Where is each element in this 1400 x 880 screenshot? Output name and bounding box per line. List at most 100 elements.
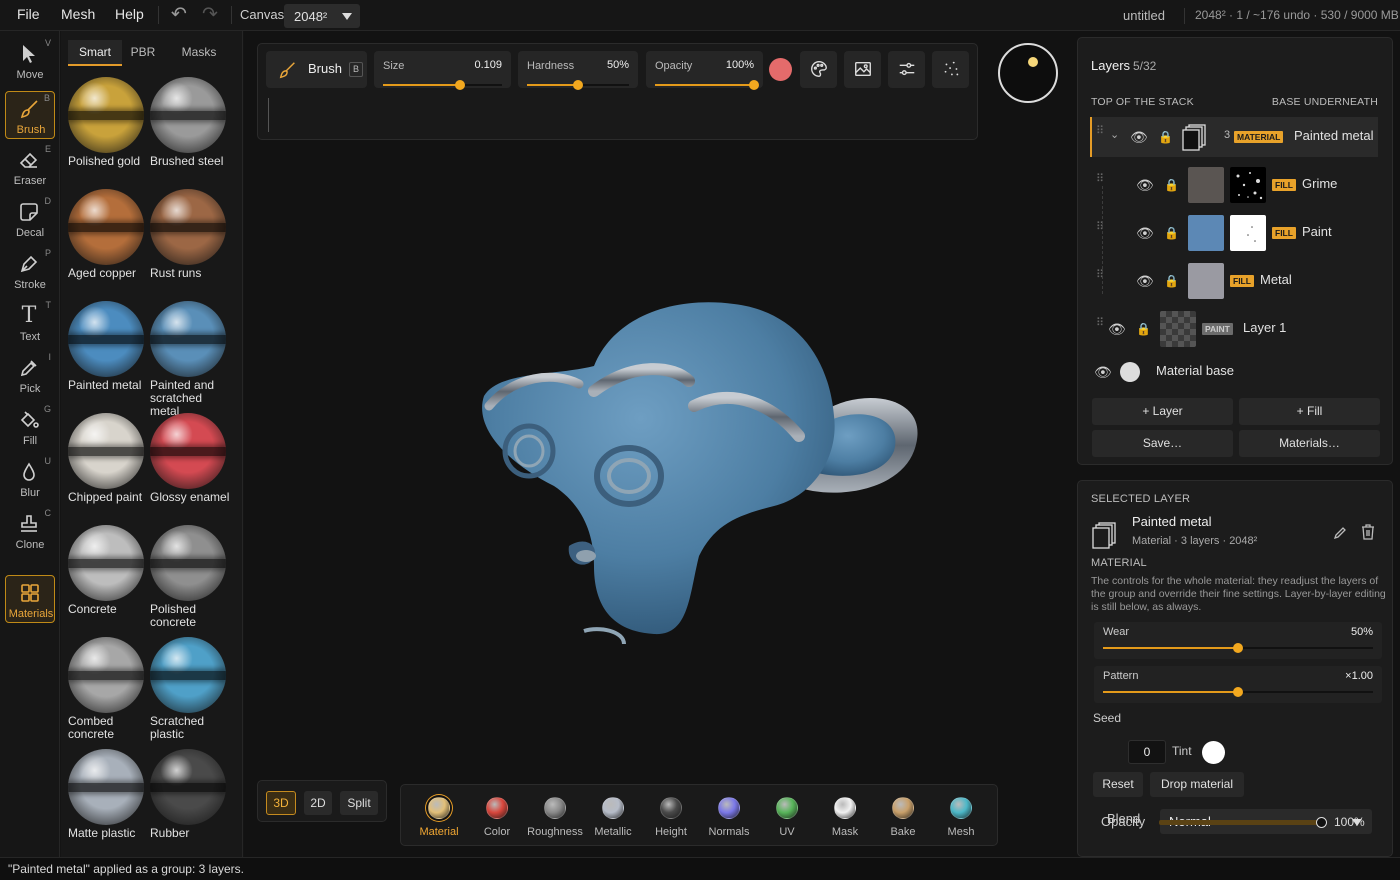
channel-metallic[interactable]: Metallic bbox=[584, 797, 642, 838]
lock-icon[interactable]: 🔒 bbox=[1164, 225, 1179, 241]
layer-group-row[interactable]: ⠿ ⌄ 👁 🔒 3 MATERIAL Painted metal bbox=[1090, 117, 1378, 157]
menu-file[interactable]: File bbox=[17, 6, 40, 22]
slider-knob[interactable] bbox=[455, 80, 466, 90]
eye-icon[interactable]: 👁 bbox=[1136, 273, 1154, 289]
mode-2d[interactable]: 2D bbox=[304, 791, 332, 815]
channel-mesh[interactable]: Mesh bbox=[932, 797, 990, 838]
slider-knob[interactable] bbox=[1316, 817, 1327, 828]
tool-fill[interactable]: G Fill bbox=[5, 403, 55, 451]
material-tile[interactable]: Aged copper bbox=[68, 189, 148, 280]
channel-normals[interactable]: Normals bbox=[700, 797, 758, 838]
channel-roughness[interactable]: Roughness bbox=[526, 797, 584, 838]
tool-eraser[interactable]: E Eraser bbox=[5, 143, 55, 191]
material-tile[interactable]: Combed concrete bbox=[68, 637, 148, 741]
redo-icon[interactable]: ↷ bbox=[200, 5, 220, 25]
drag-handle-icon[interactable]: ⠿ bbox=[1096, 126, 1104, 145]
add-fill-button[interactable]: + Fill bbox=[1239, 398, 1380, 425]
channel-mask[interactable]: Mask bbox=[816, 797, 874, 838]
eye-icon[interactable]: 👁 bbox=[1136, 177, 1154, 193]
viewport[interactable] bbox=[244, 31, 1074, 857]
pattern-slider[interactable]: Pattern ×1.00 bbox=[1094, 666, 1382, 703]
sun-icon[interactable] bbox=[1028, 57, 1038, 67]
sliders-icon[interactable] bbox=[888, 51, 925, 88]
add-layer-button[interactable]: + Layer bbox=[1092, 398, 1233, 425]
material-base-row[interactable]: 👁 Material base bbox=[1092, 352, 1384, 392]
tab-pbr[interactable]: PBR bbox=[124, 40, 162, 66]
lock-icon[interactable]: 🔒 bbox=[1158, 129, 1173, 145]
mode-3d[interactable]: 3D bbox=[266, 791, 296, 815]
channel-uv[interactable]: UV bbox=[758, 797, 816, 838]
mode-split[interactable]: Split bbox=[340, 791, 378, 815]
layer-row[interactable]: ⠿ 👁 🔒 FILL Grime bbox=[1092, 165, 1384, 205]
undo-icon[interactable]: ↶ bbox=[169, 5, 189, 25]
model-head[interactable] bbox=[474, 266, 924, 646]
eye-icon[interactable]: 👁 bbox=[1094, 364, 1112, 380]
pencil-icon[interactable] bbox=[1332, 525, 1350, 543]
channel-bake[interactable]: Bake bbox=[874, 797, 932, 838]
tab-smart[interactable]: Smart bbox=[68, 40, 122, 66]
lock-icon[interactable]: 🔒 bbox=[1164, 273, 1179, 289]
brush-button[interactable]: Brush B bbox=[266, 51, 367, 88]
material-tile[interactable]: Chipped paint bbox=[68, 413, 148, 504]
tool-move[interactable]: V Move bbox=[5, 37, 55, 85]
lock-icon[interactable]: 🔒 bbox=[1164, 177, 1179, 193]
layer-row[interactable]: ⠿ 👁 🔒 FILL Paint bbox=[1092, 213, 1384, 253]
lock-icon[interactable]: 🔒 bbox=[1136, 321, 1151, 337]
material-tile[interactable]: Rubber bbox=[150, 749, 230, 840]
size-slider[interactable]: Size 0.109 bbox=[374, 51, 511, 90]
drop-material-button[interactable]: Drop material bbox=[1150, 772, 1244, 797]
reset-button[interactable]: Reset bbox=[1093, 772, 1143, 797]
material-tile[interactable]: Painted and scratched metal bbox=[150, 301, 230, 418]
slider-knob[interactable] bbox=[749, 80, 759, 90]
channel-color[interactable]: Color bbox=[468, 797, 526, 838]
scatter-icon[interactable] bbox=[932, 51, 969, 88]
tool-brush[interactable]: B Brush bbox=[5, 91, 55, 139]
image-icon[interactable] bbox=[844, 51, 881, 88]
layer-row[interactable]: ⠿ 👁 🔒 PAINT Layer 1 bbox=[1092, 309, 1384, 349]
tool-decal[interactable]: D Decal bbox=[5, 195, 55, 243]
material-tile[interactable]: Polished concrete bbox=[150, 525, 230, 629]
material-tile[interactable]: Matte plastic bbox=[68, 749, 148, 840]
tool-stroke[interactable]: P Stroke bbox=[5, 247, 55, 295]
channel-height[interactable]: Height bbox=[642, 797, 700, 838]
seed-input[interactable]: 0 bbox=[1128, 740, 1166, 764]
material-tile[interactable]: Concrete bbox=[68, 525, 148, 616]
hardness-slider[interactable]: Hardness 50% bbox=[518, 51, 638, 90]
layer-row[interactable]: ⠿ 👁 🔒 FILL Metal bbox=[1092, 261, 1384, 301]
menu-mesh[interactable]: Mesh bbox=[61, 6, 95, 22]
slider-knob[interactable] bbox=[1233, 643, 1243, 653]
layer-opacity-slider[interactable] bbox=[1159, 817, 1327, 828]
tool-pick[interactable]: I Pick bbox=[5, 351, 55, 399]
opacity-slider[interactable]: Opacity 100% bbox=[646, 51, 763, 90]
save-button[interactable]: Save… bbox=[1092, 430, 1233, 457]
channel-material[interactable]: Material bbox=[410, 797, 468, 838]
tool-blur[interactable]: U Blur bbox=[5, 455, 55, 503]
eye-icon[interactable]: 👁 bbox=[1130, 129, 1148, 145]
materials-button[interactable]: Materials… bbox=[1239, 430, 1380, 457]
tool-text[interactable]: T T Text bbox=[5, 299, 55, 347]
base-color-swatch[interactable] bbox=[1120, 362, 1140, 382]
material-tile[interactable]: Glossy enamel bbox=[150, 413, 230, 504]
material-tile[interactable]: Scratched plastic bbox=[150, 637, 230, 741]
material-tile[interactable]: Brushed steel bbox=[150, 77, 230, 168]
tab-masks[interactable]: Masks bbox=[178, 40, 220, 66]
tool-materials[interactable]: Materials bbox=[5, 575, 55, 623]
slider-knob[interactable] bbox=[1233, 687, 1243, 697]
material-tile[interactable]: Painted metal bbox=[68, 301, 148, 392]
menu-help[interactable]: Help bbox=[115, 6, 144, 22]
material-tile[interactable]: Rust runs bbox=[150, 189, 230, 280]
trash-icon[interactable] bbox=[1360, 523, 1378, 541]
light-direction-gizmo[interactable] bbox=[998, 43, 1058, 103]
slider-knob[interactable] bbox=[573, 80, 583, 90]
chevron-down-icon[interactable]: ⌄ bbox=[1110, 128, 1119, 141]
drag-handle-icon[interactable]: ⠿ bbox=[1096, 318, 1104, 337]
material-tile[interactable]: Polished gold bbox=[68, 77, 148, 168]
wear-slider[interactable]: Wear 50% bbox=[1094, 622, 1382, 659]
tool-clone[interactable]: C Clone bbox=[5, 507, 55, 555]
brush-color-swatch[interactable] bbox=[769, 58, 792, 81]
tint-color-swatch[interactable] bbox=[1202, 741, 1225, 764]
palette-icon[interactable] bbox=[800, 51, 837, 88]
canvas-size-select[interactable]: 2048² bbox=[284, 4, 360, 28]
eye-icon[interactable]: 👁 bbox=[1136, 225, 1154, 241]
eye-icon[interactable]: 👁 bbox=[1108, 321, 1126, 337]
